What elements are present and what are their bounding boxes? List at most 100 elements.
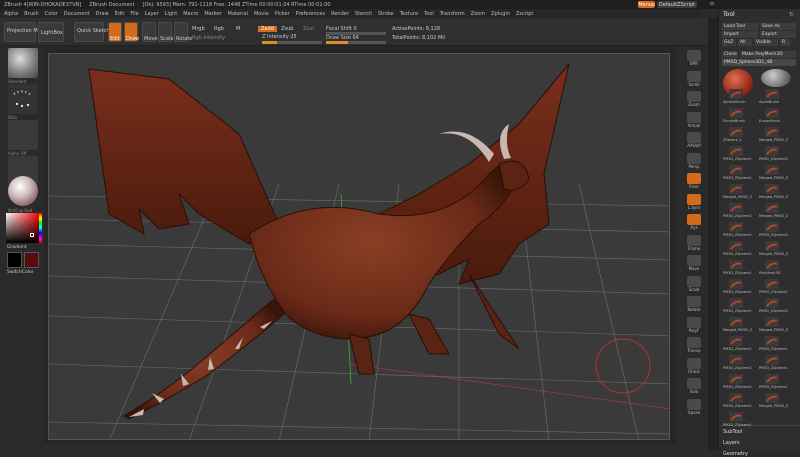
tool-thumbnail[interactable] xyxy=(765,298,779,308)
alpha-thumbnail[interactable] xyxy=(8,120,38,150)
tool-thumbnail[interactable] xyxy=(729,336,743,346)
shelf-ghost-button[interactable] xyxy=(687,357,701,369)
menu-texture[interactable]: Texture xyxy=(400,11,418,17)
import-button[interactable]: Import xyxy=(722,31,758,38)
zadd-button[interactable]: Zadd xyxy=(258,26,277,32)
menus-button[interactable]: Menus xyxy=(638,1,655,8)
sphere-brush-thumbnail[interactable] xyxy=(761,69,791,87)
menu-draw[interactable]: Draw xyxy=(96,11,109,17)
tool-thumbnail[interactable] xyxy=(765,127,779,137)
tool-thumbnail[interactable] xyxy=(729,355,743,365)
tool-thumbnail[interactable] xyxy=(765,260,779,270)
tool-thumbnail[interactable] xyxy=(729,279,743,289)
gradient-label[interactable]: Gradient xyxy=(7,245,27,250)
default-zscript-button[interactable]: DefaultZScript xyxy=(657,1,697,8)
shelf-solo-button[interactable] xyxy=(687,378,701,389)
menu-preferences[interactable]: Preferences xyxy=(296,11,325,17)
tool-thumbnail[interactable] xyxy=(765,108,779,118)
tool-thumbnail[interactable] xyxy=(729,241,743,251)
secondary-color-swatch[interactable] xyxy=(24,252,39,268)
menu-alpha[interactable]: Alpha xyxy=(4,11,18,17)
export-button[interactable]: Export xyxy=(760,31,796,38)
tool-thumbnail[interactable] xyxy=(729,222,743,232)
shelf-bpr-button[interactable] xyxy=(687,50,701,61)
tool-thumbnail[interactable] xyxy=(729,89,743,99)
load-tool-button[interactable]: Load Tool xyxy=(722,23,758,30)
draw-button[interactable]: Draw xyxy=(124,22,139,42)
shelf-scale-button[interactable] xyxy=(687,275,701,287)
zcut-button[interactable]: Zcut xyxy=(303,26,314,32)
menu-transform[interactable]: Transform xyxy=(440,11,465,17)
tool-thumbnail[interactable] xyxy=(729,165,743,175)
shelf-move-button[interactable] xyxy=(687,255,701,266)
menu-light[interactable]: Light xyxy=(165,11,177,17)
tool-thumbnail[interactable] xyxy=(765,279,779,289)
goz-button[interactable]: GoZ xyxy=(722,39,736,46)
quick-sketch-button[interactable]: Quick Sketch xyxy=(74,22,110,42)
tool-thumbnail[interactable] xyxy=(729,260,743,270)
mrgb-button[interactable]: Mrgb xyxy=(192,26,205,32)
draw-size-slider[interactable] xyxy=(326,41,386,44)
menu-stencil[interactable]: Stencil xyxy=(355,11,372,17)
tool-thumbnail[interactable] xyxy=(765,165,779,175)
tool-thumbnail[interactable] xyxy=(765,355,779,365)
save-as-button[interactable]: Save As xyxy=(760,23,796,30)
clone-button[interactable]: Clone xyxy=(722,51,738,58)
tool-thumbnail[interactable] xyxy=(729,374,743,384)
projection-master-button[interactable]: Projection Master xyxy=(4,22,50,42)
subtool-section[interactable]: SubTool xyxy=(723,429,742,435)
shelf-xpose-button[interactable] xyxy=(687,398,701,410)
all-button[interactable]: All xyxy=(738,39,752,46)
menu-edit[interactable]: Edit xyxy=(115,11,125,17)
shelf-xyz-button[interactable] xyxy=(687,214,701,225)
material-thumbnail[interactable] xyxy=(8,176,38,206)
tool-thumbnail[interactable] xyxy=(729,127,743,137)
tool-thumbnail[interactable] xyxy=(765,241,779,251)
tool-thumbnail[interactable] xyxy=(729,298,743,308)
menu-render[interactable]: Render xyxy=(331,11,349,17)
tool-thumbnail[interactable] xyxy=(765,317,779,327)
window-controls-icon[interactable]: ▫ xyxy=(705,0,719,9)
tool-thumbnail[interactable] xyxy=(729,317,743,327)
menu-zoom[interactable]: Zoom xyxy=(471,11,485,17)
tool-thumbnail[interactable] xyxy=(765,374,779,384)
z-intensity-slider[interactable] xyxy=(262,41,322,44)
shelf-scroll-button[interactable] xyxy=(687,70,701,82)
menu-movie[interactable]: Movie xyxy=(254,11,269,17)
stroke-thumbnail[interactable] xyxy=(8,84,38,114)
menu-color[interactable]: Color xyxy=(45,11,58,17)
tool-thumbnail[interactable] xyxy=(729,146,743,156)
menu-stroke[interactable]: Stroke xyxy=(378,11,394,17)
menu-layer[interactable]: Layer xyxy=(145,11,159,17)
menu-material[interactable]: Material xyxy=(228,11,248,17)
tool-thumbnail[interactable] xyxy=(765,146,779,156)
shelf-polyf-button[interactable] xyxy=(687,316,701,328)
menu-file[interactable]: File xyxy=(130,11,138,17)
shelf-floor-button[interactable] xyxy=(687,173,701,184)
tool-thumbnail[interactable] xyxy=(765,203,779,213)
shelf-persp-button[interactable] xyxy=(687,152,701,164)
panel-scrollbar[interactable] xyxy=(708,18,718,450)
tool-thumbnail[interactable] xyxy=(729,412,743,422)
tool-thumbnail[interactable] xyxy=(729,203,743,213)
scale-button[interactable]: Scale xyxy=(158,22,173,42)
rgb-intensity-label[interactable]: Rgb Intensity xyxy=(192,35,225,41)
tool-thumbnail[interactable] xyxy=(765,89,779,99)
move-button[interactable]: Move xyxy=(142,22,157,42)
m-button[interactable]: M xyxy=(236,26,240,32)
shelf-rotate-button[interactable] xyxy=(687,296,701,307)
menu-zplugin[interactable]: Zplugin xyxy=(491,11,510,17)
shelf-actual-button[interactable] xyxy=(687,111,701,123)
tool-thumbnail[interactable] xyxy=(729,108,743,118)
rotate-button[interactable]: Rotate xyxy=(174,22,192,42)
hue-slider[interactable] xyxy=(39,213,42,243)
lightbox-button[interactable]: LightBox xyxy=(38,22,64,42)
main-color-swatch[interactable] xyxy=(7,252,22,268)
edit-button[interactable]: Edit xyxy=(108,22,122,42)
geometry-section[interactable]: Geometry xyxy=(723,451,748,457)
tool-thumbnail[interactable] xyxy=(765,336,779,346)
menu-marker[interactable]: Marker xyxy=(204,11,221,17)
color-picker[interactable] xyxy=(6,213,39,243)
canvas-viewport[interactable] xyxy=(48,53,670,440)
shelf-transp-button[interactable] xyxy=(687,337,701,348)
